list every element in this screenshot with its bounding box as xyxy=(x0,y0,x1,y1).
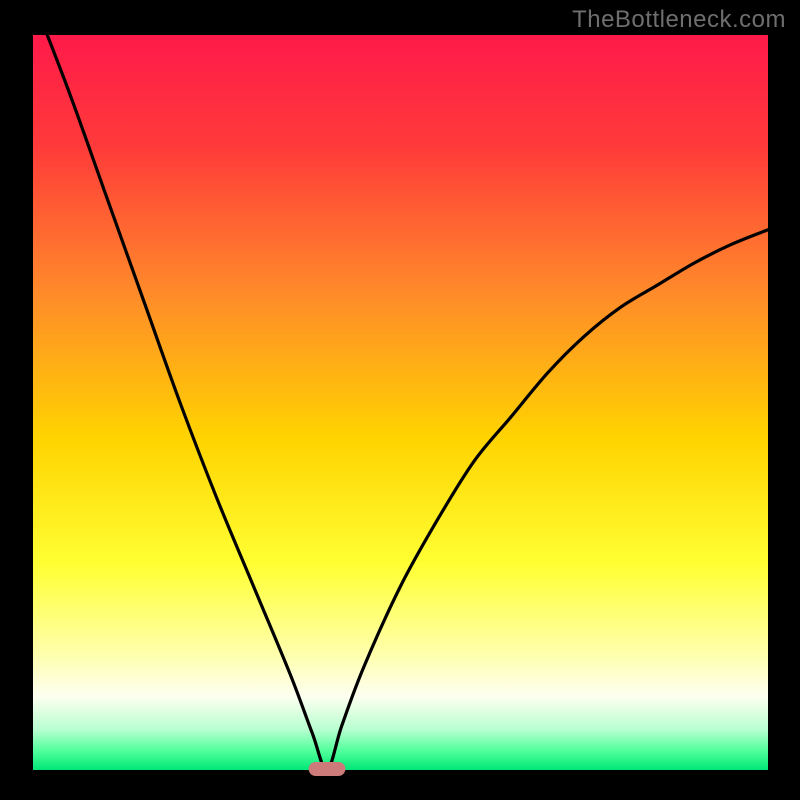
bottleneck-plot xyxy=(0,0,800,800)
chart-frame: TheBottleneck.com xyxy=(0,0,800,800)
plot-area xyxy=(33,35,768,770)
watermark-text: TheBottleneck.com xyxy=(572,6,786,34)
optimum-marker xyxy=(309,762,346,776)
